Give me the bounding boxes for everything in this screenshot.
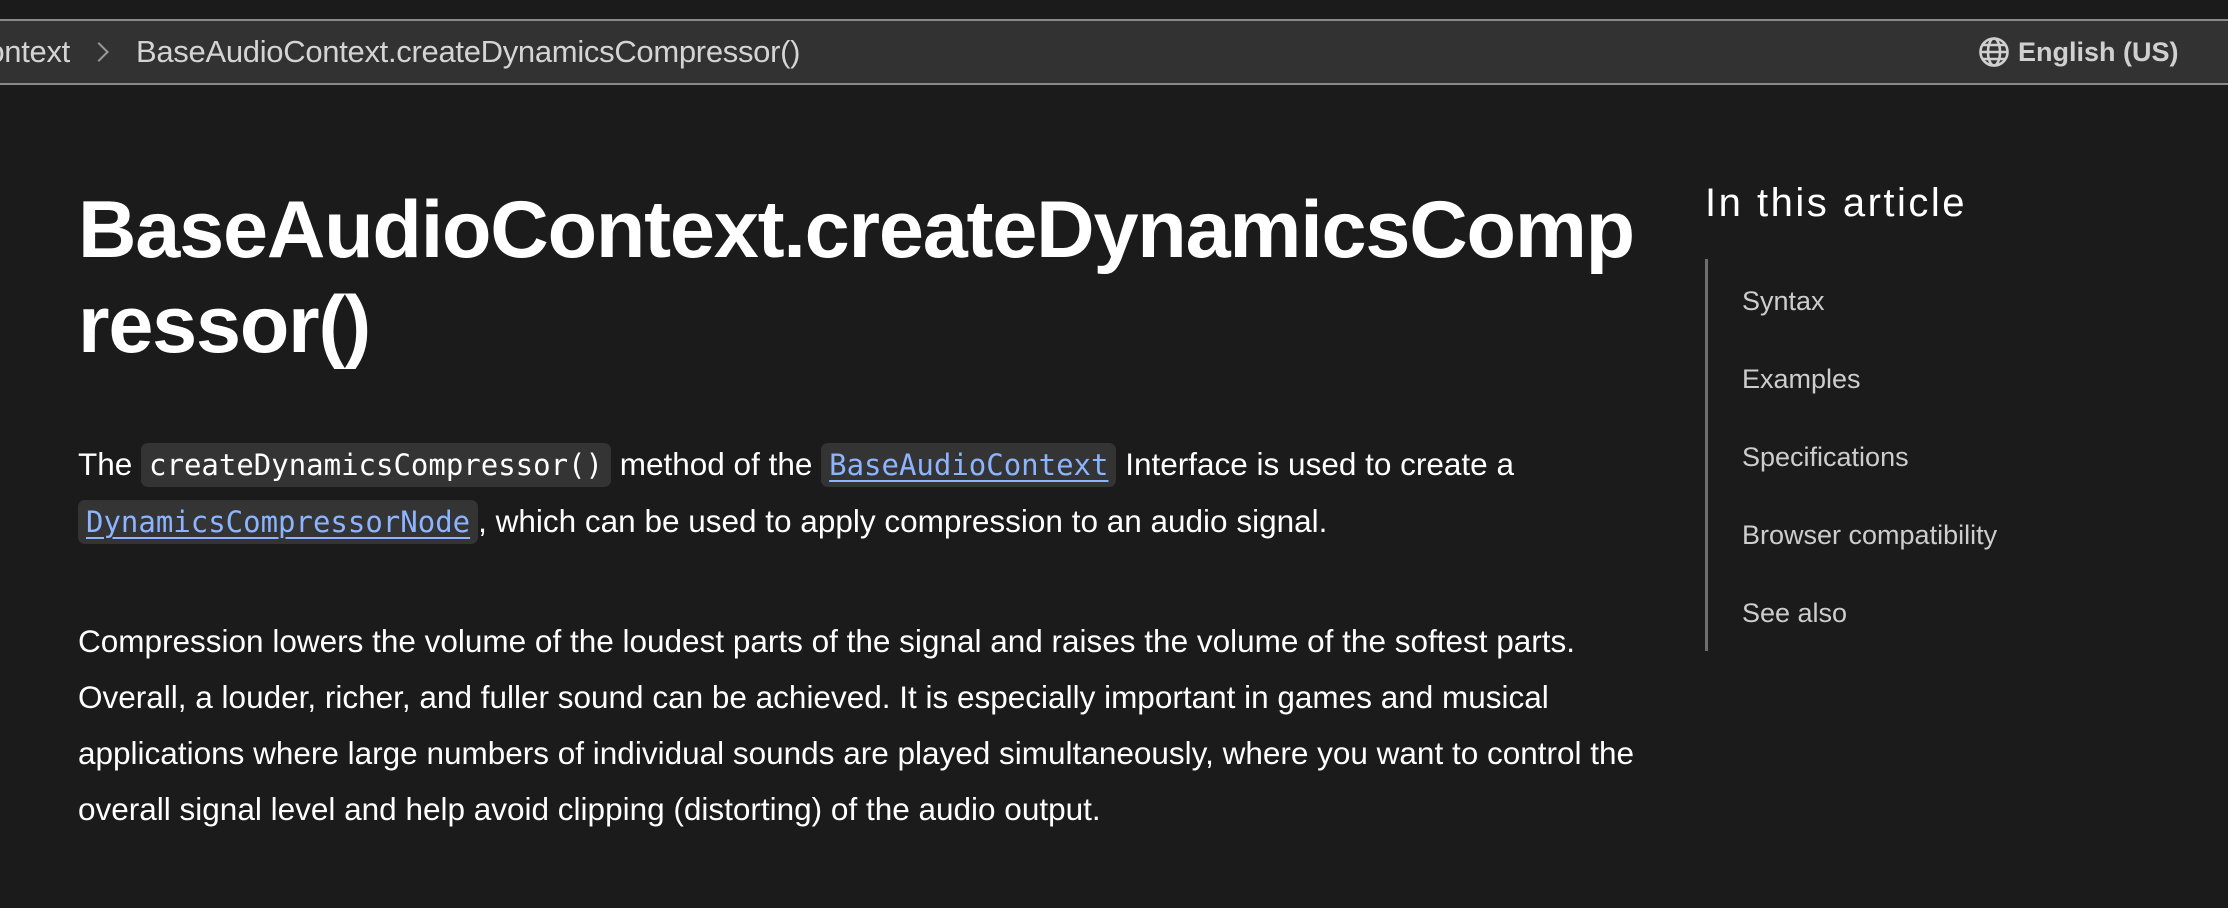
base-audio-context-link[interactable]: BaseAudioContext [821, 443, 1117, 487]
base-audio-context-code: BaseAudioContext [821, 443, 1117, 487]
breadcrumb: BaseAudioContext BaseAudioContext.create… [0, 21, 800, 83]
toc-item-syntax[interactable]: Syntax [1742, 284, 1825, 318]
page-title: BaseAudioContext.createDynamicsCompresso… [78, 185, 1635, 370]
intro-text-4: , which can be used to apply compression… [478, 503, 1328, 539]
language-switcher[interactable]: English (US) [1978, 21, 2179, 83]
language-label: English (US) [2018, 36, 2179, 67]
chevron-right-icon [89, 42, 109, 62]
intro-text-1: The [78, 446, 142, 482]
intro-text-3: Interface is used to create a [1116, 446, 1514, 482]
dynamics-compressor-node-link[interactable]: DynamicsCompressorNode [78, 500, 479, 544]
method-code: createDynamicsCompressor() [141, 443, 611, 487]
toc-list: Syntax Examples Specifications Browser c… [1705, 259, 2168, 651]
toc-item-specifications[interactable]: Specifications [1742, 440, 1909, 474]
intro-text-2: method of the [610, 446, 822, 482]
table-of-contents: In this article Syntax Examples Specific… [1705, 175, 2185, 651]
toc-item-browser-compatibility[interactable]: Browser compatibility [1742, 518, 1997, 552]
toc-item-see-also[interactable]: See also [1742, 596, 1847, 630]
toc-item-examples[interactable]: Examples [1742, 362, 1861, 396]
globe-icon [1979, 37, 2009, 67]
breadcrumb-item-current[interactable]: BaseAudioContext.createDynamicsCompresso… [136, 34, 801, 70]
breadcrumb-item-parent[interactable]: BaseAudioContext [0, 34, 70, 70]
compression-paragraph: Compression lowers the volume of the lou… [78, 623, 1635, 827]
breadcrumb-bar: BaseAudioContext BaseAudioContext.create… [0, 19, 2228, 85]
intro-paragraph: The createDynamicsCompressor() method of… [78, 436, 1638, 550]
dynamics-compressor-node-code: DynamicsCompressorNode [78, 500, 479, 544]
toc-heading: In this article [1705, 181, 1968, 225]
